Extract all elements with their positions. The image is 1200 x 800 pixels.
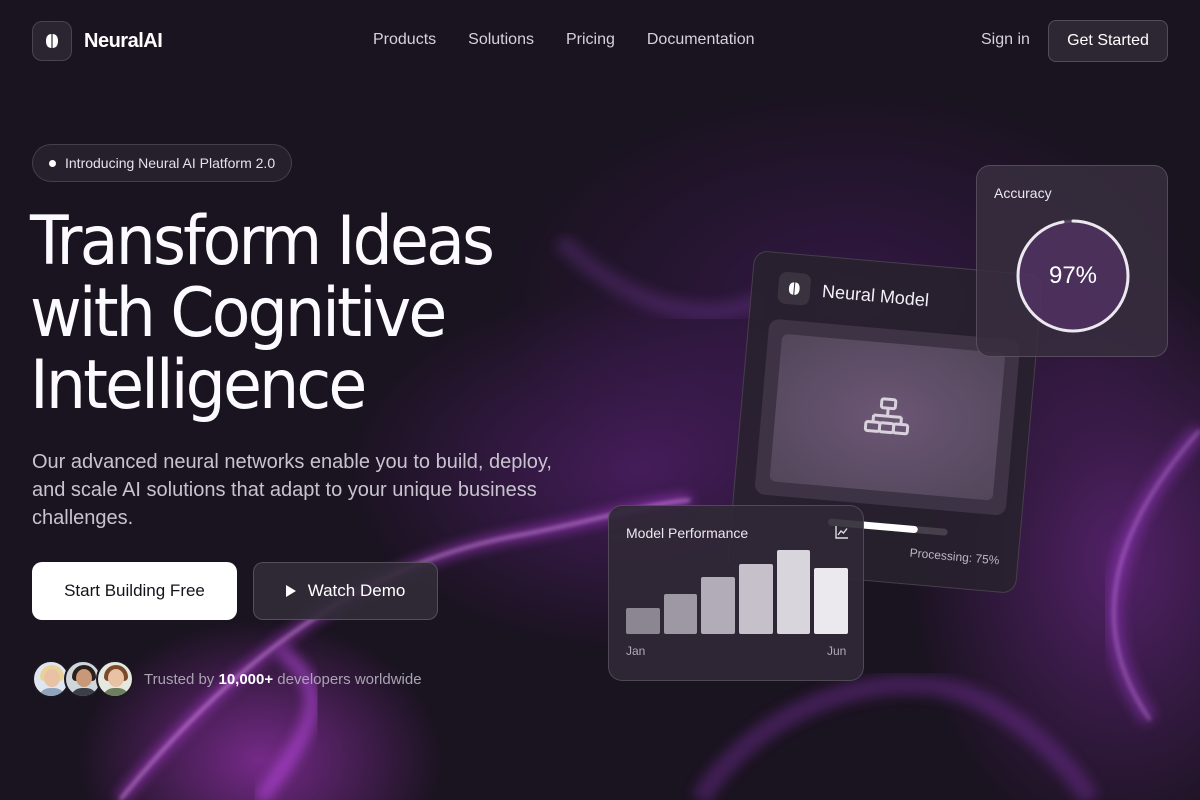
model-card-header: Neural Model xyxy=(776,271,930,316)
performance-bar-feb xyxy=(663,594,698,634)
headline-line-3: Intelligence xyxy=(30,346,367,425)
network-icon xyxy=(863,397,910,436)
brand-name: NeuralAI xyxy=(84,29,163,52)
performance-bar-may xyxy=(776,550,811,634)
dot-icon xyxy=(49,159,56,167)
trust-count: 10,000+ xyxy=(218,670,274,688)
headline-line-1: Transform Ideas xyxy=(30,202,495,281)
performance-bar-chart xyxy=(626,546,848,634)
nav-link-pricing[interactable]: Pricing xyxy=(566,31,615,49)
nav-link-solutions[interactable]: Solutions xyxy=(468,31,534,49)
accuracy-card: Accuracy 97% xyxy=(976,165,1168,357)
accuracy-value: 97% xyxy=(1048,262,1098,289)
performance-bar-jun xyxy=(814,568,848,634)
get-started-button[interactable]: Get Started xyxy=(1048,20,1168,62)
accuracy-label: Accuracy xyxy=(994,185,1052,201)
start-building-button[interactable]: Start Building Free xyxy=(32,562,237,620)
watch-demo-button[interactable]: Watch Demo xyxy=(253,562,438,620)
sign-in-link[interactable]: Sign in xyxy=(981,31,1030,49)
chart-line-icon[interactable] xyxy=(835,525,849,539)
brain-icon xyxy=(32,21,72,61)
nav-link-documentation[interactable]: Documentation xyxy=(647,31,755,49)
x-axis-end-label: Jun xyxy=(827,644,847,658)
hero-subtitle: Our advanced neural networks enable you … xyxy=(32,451,552,529)
performance-title: Model Performance xyxy=(626,525,749,541)
headline-line-2: with Cognitive xyxy=(30,274,447,353)
top-navigation: NeuralAI Products Solutions Pricing Docu… xyxy=(0,0,1200,82)
nav-links: Products Solutions Pricing Documentation xyxy=(373,31,755,49)
brain-icon xyxy=(776,271,812,306)
trust-suffix: developers worldwide xyxy=(277,670,422,688)
badge-text: Introducing Neural AI Platform 2.0 xyxy=(65,155,276,171)
avatar-group xyxy=(32,660,134,698)
trust-indicator: Trusted by 10,000+ developers worldwide xyxy=(32,660,422,698)
performance-bar-apr xyxy=(739,563,773,634)
model-performance-card: Model Performance Jan Jun xyxy=(608,505,864,681)
brand-logo[interactable]: NeuralAI xyxy=(32,21,163,61)
play-icon xyxy=(285,585,296,597)
performance-bar-mar xyxy=(701,576,735,634)
hero-headline: Transform Ideas with Cognitive Intellige… xyxy=(30,206,590,422)
trust-prefix: Trusted by xyxy=(144,670,215,688)
nav-link-products[interactable]: Products xyxy=(373,31,436,49)
processing-status: Processing: 75% xyxy=(909,545,1001,568)
announcement-badge[interactable]: Introducing Neural AI Platform 2.0 xyxy=(32,144,293,182)
trust-text: Trusted by 10,000+ developers worldwide xyxy=(144,671,422,688)
avatar xyxy=(96,660,134,698)
model-card-title: Neural Model xyxy=(821,280,930,310)
x-axis-start-label: Jan xyxy=(626,644,646,658)
watch-demo-label: Watch Demo xyxy=(307,581,406,600)
performance-bar-jan xyxy=(626,607,660,634)
model-preview-inner xyxy=(769,333,1006,501)
